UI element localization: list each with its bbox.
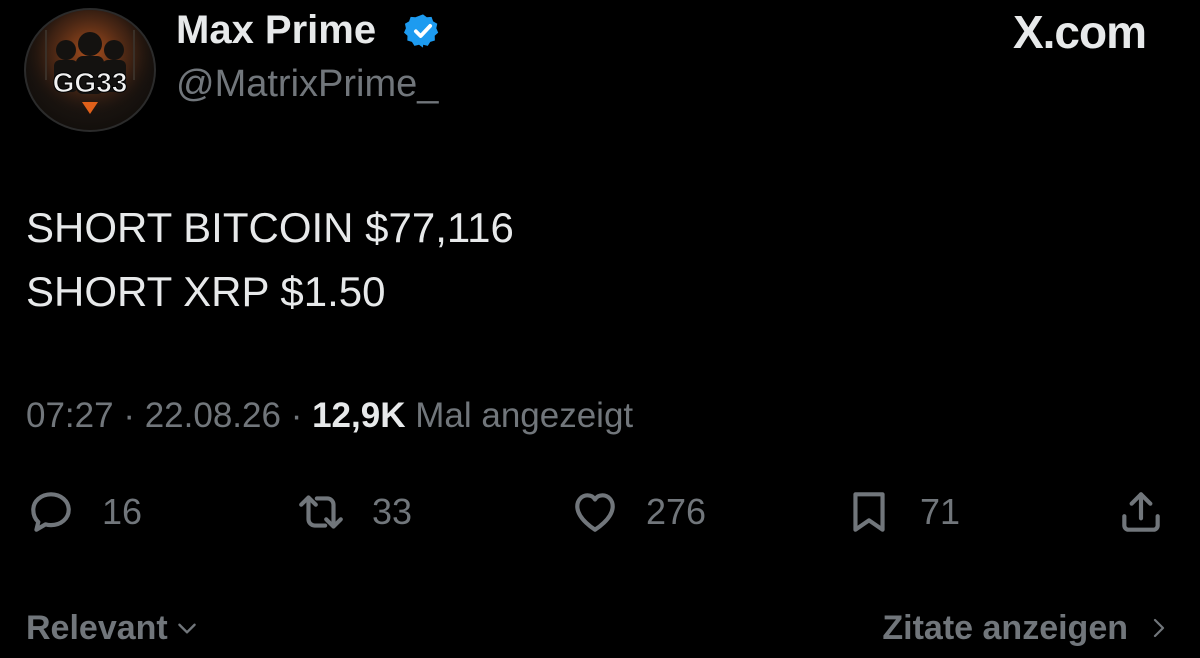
views-label: Mal angezeigt [415,396,634,435]
bookmark-icon [853,492,885,532]
share-icon [1122,492,1160,532]
x-com-watermark: X.com [1012,6,1147,58]
tweet-line: SHORT BITCOIN $77,116 [26,204,514,251]
tweet-time[interactable]: 07:27 [26,396,114,435]
avatar-image: GG33 [26,10,154,130]
retweet-icon [299,495,343,529]
meta-separator: · [123,396,135,435]
reply-button[interactable]: 16 [26,484,142,540]
tweet-line: SHORT XRP $1.50 [26,268,386,315]
user-handle[interactable]: @MatrixPrime_ [176,62,438,106]
verified-badge-icon [404,14,439,48]
avatar-logo-text: GG33 [53,67,128,98]
tweet-date[interactable]: 22.08.26 [145,396,281,435]
bookmark-button[interactable]: 71 [844,484,960,540]
sort-label: Relevant [26,609,168,647]
reply-icon [31,492,71,532]
view-quotes-label: Zitate anzeigen [882,609,1128,647]
tweet-text: SHORT BITCOIN $77,116 SHORT XRP $1.50 [26,196,514,324]
bookmark-count: 71 [920,491,961,532]
sort-dropdown[interactable]: Relevant [26,606,200,650]
reply-count: 16 [102,491,143,532]
view-quotes-link[interactable]: Zitate anzeigen [882,606,1170,650]
display-name[interactable]: Max Prime [176,8,376,52]
tweet-meta: 07:27 · 22.08.26 · 12,9K Mal angezeigt [26,392,633,440]
chevron-down-icon [177,623,196,634]
heart-icon [575,493,615,532]
chevron-right-icon [1153,618,1165,638]
retweet-button[interactable]: 33 [296,484,412,540]
like-count: 276 [646,491,707,532]
avatar[interactable]: GG33 [24,8,156,132]
like-button[interactable]: 276 [570,484,706,540]
meta-separator: · [290,396,303,435]
views-count: 12,9K [312,396,406,435]
retweet-count: 33 [372,491,413,532]
share-button[interactable] [1116,484,1166,540]
